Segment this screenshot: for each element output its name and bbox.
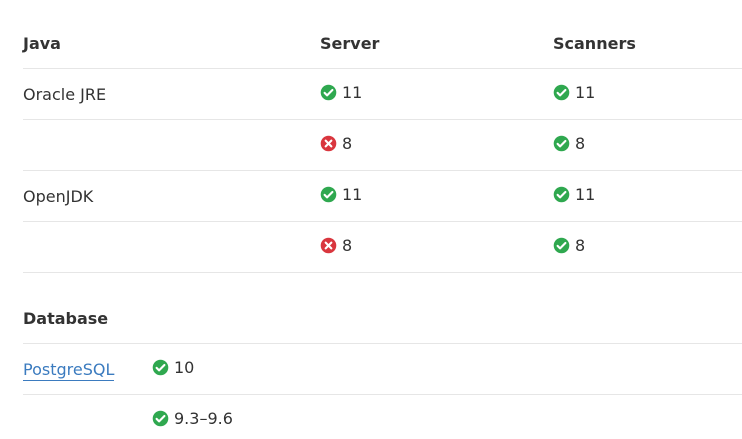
java-header-row: Java Server Scanners	[23, 18, 742, 69]
server-cell: 8	[320, 221, 553, 273]
version-text: 11	[575, 83, 596, 102]
table-row: Oracle JRE 11 11	[23, 68, 742, 120]
table-row: PostgreSQL 10	[23, 343, 742, 395]
scanners-header: Scanners	[553, 18, 742, 69]
database-title: Database	[23, 293, 152, 344]
x-circle-icon	[320, 237, 337, 254]
database-version-cell: 9.3–9.6	[152, 394, 742, 439]
java-name-cell: OpenJDK	[23, 170, 320, 222]
version-text: 8	[342, 134, 353, 153]
table-row: 9.3–9.6	[23, 394, 742, 439]
version-text: 8	[575, 134, 586, 153]
scanners-cell: 8	[553, 119, 742, 171]
table-row: 8 8	[23, 221, 742, 273]
check-circle-icon	[152, 359, 169, 376]
java-compatibility-table: Java Server Scanners Oracle JRE 11 11 8 …	[23, 18, 742, 273]
version-text: 11	[342, 83, 363, 102]
version-text: 11	[575, 185, 596, 204]
java-name-cell	[23, 119, 320, 171]
java-header: Java	[23, 18, 320, 69]
x-circle-icon	[320, 135, 337, 152]
scanners-cell: 11	[553, 68, 742, 120]
database-header-spacer	[152, 293, 742, 344]
check-circle-icon	[553, 135, 570, 152]
check-circle-icon	[553, 186, 570, 203]
server-cell: 8	[320, 119, 553, 171]
database-version-cell: 10	[152, 343, 742, 395]
java-name-cell	[23, 221, 320, 273]
server-cell: 11	[320, 68, 553, 120]
scanners-cell: 8	[553, 221, 742, 273]
compatibility-page: Java Server Scanners Oracle JRE 11 11 8 …	[0, 0, 742, 439]
version-text: 10	[174, 358, 195, 377]
java-name-cell: Oracle JRE	[23, 68, 320, 120]
check-circle-icon	[320, 84, 337, 101]
check-circle-icon	[320, 186, 337, 203]
server-cell: 11	[320, 170, 553, 222]
version-text: 9.3–9.6	[174, 409, 233, 428]
check-circle-icon	[152, 410, 169, 427]
server-header: Server	[320, 18, 553, 69]
version-text: 11	[342, 185, 363, 204]
version-text: 8	[575, 236, 586, 255]
table-row: 8 8	[23, 119, 742, 171]
check-circle-icon	[553, 84, 570, 101]
check-circle-icon	[553, 237, 570, 254]
database-name-cell: PostgreSQL	[23, 343, 152, 395]
postgresql-link[interactable]: PostgreSQL	[23, 359, 115, 381]
database-name-cell	[23, 394, 152, 439]
database-compatibility-table: Database PostgreSQL 10 9.3–9.6	[23, 293, 742, 439]
scanners-cell: 11	[553, 170, 742, 222]
database-header-row: Database	[23, 293, 742, 344]
version-text: 8	[342, 236, 353, 255]
table-row: OpenJDK 11 11	[23, 170, 742, 222]
